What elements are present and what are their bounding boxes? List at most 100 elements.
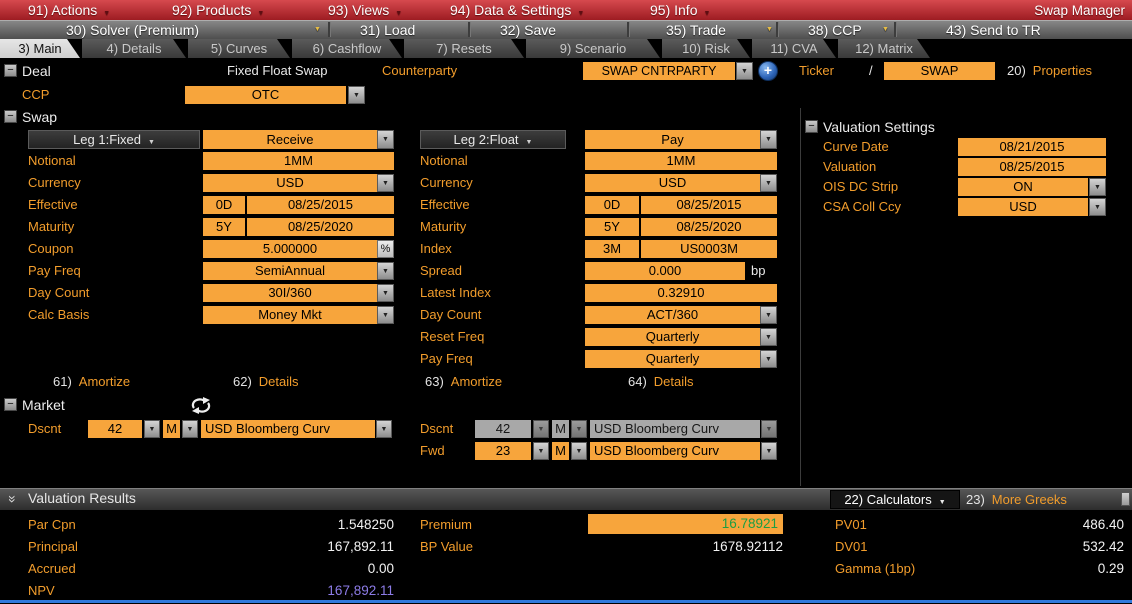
- leg1-dscnt-curve-select[interactable]: USD Bloomberg Curv: [201, 420, 375, 438]
- ccp-dropdown-button[interactable]: [348, 86, 365, 104]
- leg1-currency-select[interactable]: USD: [203, 174, 377, 192]
- csa-dropdown-button[interactable]: [1089, 198, 1106, 216]
- tab-cashflow[interactable]: 6) Cashflow: [292, 39, 402, 58]
- collapse-valuation-settings-icon[interactable]: [805, 120, 818, 133]
- leg1-pay-freq-dropdown-button[interactable]: [377, 262, 394, 280]
- leg1-effective-tenor-input[interactable]: 0D: [203, 196, 245, 214]
- premium-input[interactable]: 16.78921: [588, 514, 783, 534]
- refresh-curves-icon[interactable]: [188, 396, 214, 415]
- leg2-pay-freq-select[interactable]: Quarterly: [585, 350, 760, 368]
- send-to-tr-button[interactable]: 43) Send to TR: [946, 20, 1041, 39]
- leg1-dscnt-curve-dropdown-button[interactable]: [376, 420, 392, 438]
- leg1-amortize-link[interactable]: 61) Amortize: [53, 374, 130, 390]
- tab-matrix[interactable]: 12) Matrix: [838, 39, 930, 58]
- leg2-effective-tenor-input[interactable]: 0D: [585, 196, 639, 214]
- leg2-pay-freq-dropdown-button[interactable]: [760, 350, 777, 368]
- leg2-currency-dropdown-button[interactable]: [760, 174, 777, 192]
- leg1-dscnt-unit-dropdown-button[interactable]: [182, 420, 198, 438]
- leg1-effective-date-input[interactable]: 08/25/2015: [247, 196, 394, 214]
- leg1-calc-basis-select[interactable]: Money Mkt: [203, 306, 377, 324]
- counterparty-dropdown-button[interactable]: [736, 62, 753, 80]
- leg1-direction-dropdown-button[interactable]: [377, 130, 394, 149]
- leg2-fwd-tenor-input[interactable]: 23: [475, 442, 531, 460]
- leg2-amortize-link[interactable]: 63) Amortize: [425, 374, 502, 390]
- menu-products[interactable]: 92) Products: [172, 0, 264, 20]
- leg2-spread-input[interactable]: 0.000: [585, 262, 745, 280]
- panel-divider: [800, 108, 801, 486]
- load-button[interactable]: 31) Load: [360, 20, 415, 39]
- leg1-direction-select[interactable]: Receive: [203, 130, 377, 149]
- leg1-maturity-date-input[interactable]: 08/25/2020: [247, 218, 394, 236]
- leg1-dscnt-tenor-dropdown-button[interactable]: [144, 420, 160, 438]
- collapse-results-chevron-icon[interactable]: [4, 490, 22, 507]
- leg2-reset-freq-select[interactable]: Quarterly: [585, 328, 760, 346]
- leg1-header-select[interactable]: Leg 1:Fixed: [28, 130, 200, 149]
- leg2-direction-dropdown-button[interactable]: [760, 130, 777, 149]
- leg2-fwd-unit-select[interactable]: M: [552, 442, 569, 460]
- leg1-notional-input[interactable]: 1MM: [203, 152, 394, 170]
- leg2-notional-input[interactable]: 1MM: [585, 152, 777, 170]
- menu-info[interactable]: 95) Info: [650, 0, 710, 20]
- leg2-maturity-tenor-input[interactable]: 5Y: [585, 218, 639, 236]
- leg1-dscnt-tenor-input[interactable]: 42: [88, 420, 142, 438]
- ois-dc-strip-select[interactable]: ON: [958, 178, 1088, 196]
- tab-curves[interactable]: 5) Curves: [188, 39, 290, 58]
- collapse-market-icon[interactable]: [4, 398, 17, 411]
- add-counterparty-icon[interactable]: [758, 61, 778, 81]
- solver-dropdown-arrow-icon[interactable]: [314, 20, 321, 39]
- leg2-fwd-curve-dropdown-button[interactable]: [761, 442, 777, 460]
- tab-cva[interactable]: 11) CVA: [752, 39, 836, 58]
- leg2-day-count-dropdown-button[interactable]: [760, 306, 777, 324]
- leg1-day-count-dropdown-button[interactable]: [377, 284, 394, 302]
- more-greeks-link[interactable]: 23) More Greeks: [966, 492, 1067, 508]
- leg2-index-tenor-input[interactable]: 3M: [585, 240, 639, 258]
- tab-resets[interactable]: 7) Resets: [404, 39, 524, 58]
- leg2-latest-index-field[interactable]: 0.32910: [585, 284, 777, 302]
- leg2-fwd-curve-select[interactable]: USD Bloomberg Curv: [590, 442, 760, 460]
- ccp-select[interactable]: OTC: [185, 86, 346, 104]
- leg2-details-link[interactable]: 64) Details: [628, 374, 694, 390]
- valuation-date-input[interactable]: 08/25/2015: [958, 158, 1106, 176]
- collapse-swap-icon[interactable]: [4, 110, 17, 123]
- leg1-currency-dropdown-button[interactable]: [377, 174, 394, 192]
- leg1-maturity-tenor-input[interactable]: 5Y: [203, 218, 245, 236]
- menu-actions[interactable]: 91) Actions: [28, 0, 110, 20]
- solver-button[interactable]: 30) Solver (Premium): [66, 20, 199, 39]
- leg1-dscnt-unit-select[interactable]: M: [163, 420, 180, 438]
- leg2-fwd-unit-dropdown-button[interactable]: [571, 442, 587, 460]
- leg2-effective-date-input[interactable]: 08/25/2015: [641, 196, 777, 214]
- csa-coll-ccy-select[interactable]: USD: [958, 198, 1088, 216]
- trade-button[interactable]: 35) Trade: [666, 20, 726, 39]
- menu-views[interactable]: 93) Views: [328, 0, 402, 20]
- leg1-coupon-input[interactable]: 5.000000: [203, 240, 377, 258]
- ticker-input[interactable]: SWAP: [884, 62, 995, 80]
- leg1-calc-basis-dropdown-button[interactable]: [377, 306, 394, 324]
- leg2-currency-select[interactable]: USD: [585, 174, 760, 192]
- counterparty-input[interactable]: SWAP CNTRPARTY: [583, 62, 735, 80]
- tab-main[interactable]: 3) Main: [0, 39, 80, 58]
- leg1-pay-freq-select[interactable]: SemiAnnual: [203, 262, 377, 280]
- collapse-deal-icon[interactable]: [4, 64, 17, 77]
- leg1-details-link[interactable]: 62) Details: [233, 374, 299, 390]
- ccp-dropdown-arrow-icon[interactable]: [882, 20, 889, 39]
- leg2-fwd-tenor-dropdown-button[interactable]: [533, 442, 549, 460]
- properties-link[interactable]: 20) Properties: [1007, 63, 1092, 79]
- ois-dropdown-button[interactable]: [1089, 178, 1106, 196]
- leg2-header-select[interactable]: Leg 2:Float: [420, 130, 566, 149]
- trade-dropdown-arrow-icon[interactable]: [766, 20, 773, 39]
- leg2-reset-freq-dropdown-button[interactable]: [760, 328, 777, 346]
- curve-date-input[interactable]: 08/21/2015: [958, 138, 1106, 156]
- tab-scenario[interactable]: 9) Scenario: [526, 39, 660, 58]
- tab-details[interactable]: 4) Details: [82, 39, 186, 58]
- menu-data-settings[interactable]: 94) Data & Settings: [450, 0, 584, 20]
- leg2-day-count-select[interactable]: ACT/360: [585, 306, 760, 324]
- calculators-button[interactable]: 22) Calculators: [830, 490, 960, 509]
- ccp-button[interactable]: 38) CCP: [808, 20, 862, 39]
- leg2-maturity-date-input[interactable]: 08/25/2020: [641, 218, 777, 236]
- tab-risk[interactable]: 10) Risk: [662, 39, 750, 58]
- leg1-day-count-select[interactable]: 30I/360: [203, 284, 377, 302]
- leg2-direction-select[interactable]: Pay: [585, 130, 760, 149]
- save-button[interactable]: 32) Save: [500, 20, 556, 39]
- results-scroll-handle[interactable]: [1121, 492, 1130, 506]
- leg2-index-input[interactable]: US0003M: [641, 240, 777, 258]
